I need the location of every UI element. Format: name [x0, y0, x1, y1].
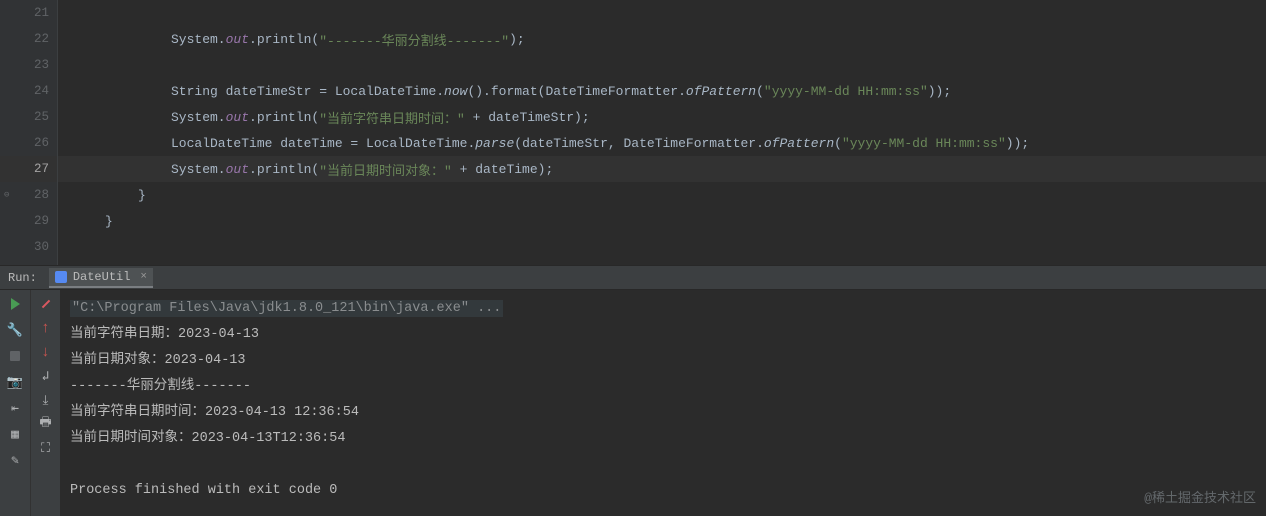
wrench-icon[interactable]: 🔧 [7, 322, 23, 338]
exit-icon[interactable]: ⇤ [7, 400, 23, 416]
code-line[interactable]: System.out.println("当前日期时间对象：" + dateTim… [58, 156, 1266, 182]
close-icon[interactable]: × [140, 271, 147, 283]
console-line: 当前字符串日期时间：2023-04-13 12:36:54 [70, 400, 1256, 426]
code-line[interactable]: } [58, 208, 1266, 234]
code-line[interactable]: String dateTimeStr = LocalDateTime.now()… [58, 78, 1266, 104]
console-line: 当前日期对象：2023-04-13 [70, 348, 1256, 374]
run-icon[interactable] [7, 296, 23, 312]
run-tab-name: DateUtil [73, 270, 131, 284]
stop-icon[interactable] [7, 348, 23, 364]
code-line[interactable]: LocalDateTime dateTime = LocalDateTime.p… [58, 130, 1266, 156]
line-number: 27 [0, 156, 57, 182]
console-toolbar-left: 🔧 📷 ⇤ ▦ ✎ [0, 290, 30, 516]
code-line[interactable] [58, 234, 1266, 260]
arrow-down-icon[interactable]: ↓ [38, 344, 54, 360]
edit-icon[interactable]: ✎ [7, 452, 23, 468]
watermark-text: @稀土掘金技术社区 [1144, 487, 1256, 506]
line-number: 29 [0, 208, 57, 234]
code-line[interactable] [58, 0, 1266, 26]
layout-icon[interactable]: ▦ [7, 426, 23, 442]
line-number: 30 [0, 234, 57, 260]
line-number: 28⊖ [0, 182, 57, 208]
code-area[interactable]: System.out.println("-------华丽分割线-------"… [58, 0, 1266, 265]
line-number: 25 [0, 104, 57, 130]
java-file-icon [55, 271, 67, 283]
console-line [70, 452, 1256, 478]
code-editor[interactable]: 2122232425262728⊖2930 System.out.println… [0, 0, 1266, 265]
code-line[interactable]: } [58, 182, 1266, 208]
code-line[interactable] [58, 52, 1266, 78]
line-number: 22 [0, 26, 57, 52]
filter-icon[interactable]: ⛶ [38, 440, 54, 456]
line-gutter: 2122232425262728⊖2930 [0, 0, 58, 265]
console-line: 当前字符串日期：2023-04-13 [70, 322, 1256, 348]
code-line[interactable]: System.out.println("-------华丽分割线-------"… [58, 26, 1266, 52]
console-line: 当前日期时间对象：2023-04-13T12:36:54 [70, 426, 1256, 452]
console-panel: 🔧 📷 ⇤ ▦ ✎ ↑ ↓ ↲ ⤓ 🖶 ⛶ "C:\Program Files\… [0, 290, 1266, 516]
print-icon[interactable]: 🖶 [38, 416, 54, 432]
run-tab[interactable]: DateUtil × [49, 268, 153, 288]
arrow-up-icon[interactable]: ↑ [38, 320, 54, 336]
run-label: Run: [8, 271, 37, 285]
scroll-icon[interactable]: ⤓ [38, 392, 54, 408]
console-output[interactable]: "C:\Program Files\Java\jdk1.8.0_121\bin\… [60, 290, 1266, 516]
console-command: "C:\Program Files\Java\jdk1.8.0_121\bin\… [70, 300, 503, 317]
line-number: 24 [0, 78, 57, 104]
code-line[interactable]: System.out.println("当前字符串日期时间：" + dateTi… [58, 104, 1266, 130]
camera-icon[interactable]: 📷 [7, 374, 23, 390]
pencil-icon[interactable] [38, 296, 54, 312]
line-number: 23 [0, 52, 57, 78]
line-number: 21 [0, 0, 57, 26]
soft-wrap-icon[interactable]: ↲ [38, 368, 54, 384]
line-number: 26 [0, 130, 57, 156]
console-toolbar-right: ↑ ↓ ↲ ⤓ 🖶 ⛶ [30, 290, 60, 516]
run-toolbar: Run: DateUtil × [0, 265, 1266, 290]
console-line: Process finished with exit code 0 [70, 478, 1256, 504]
console-line: -------华丽分割线------- [70, 374, 1256, 400]
